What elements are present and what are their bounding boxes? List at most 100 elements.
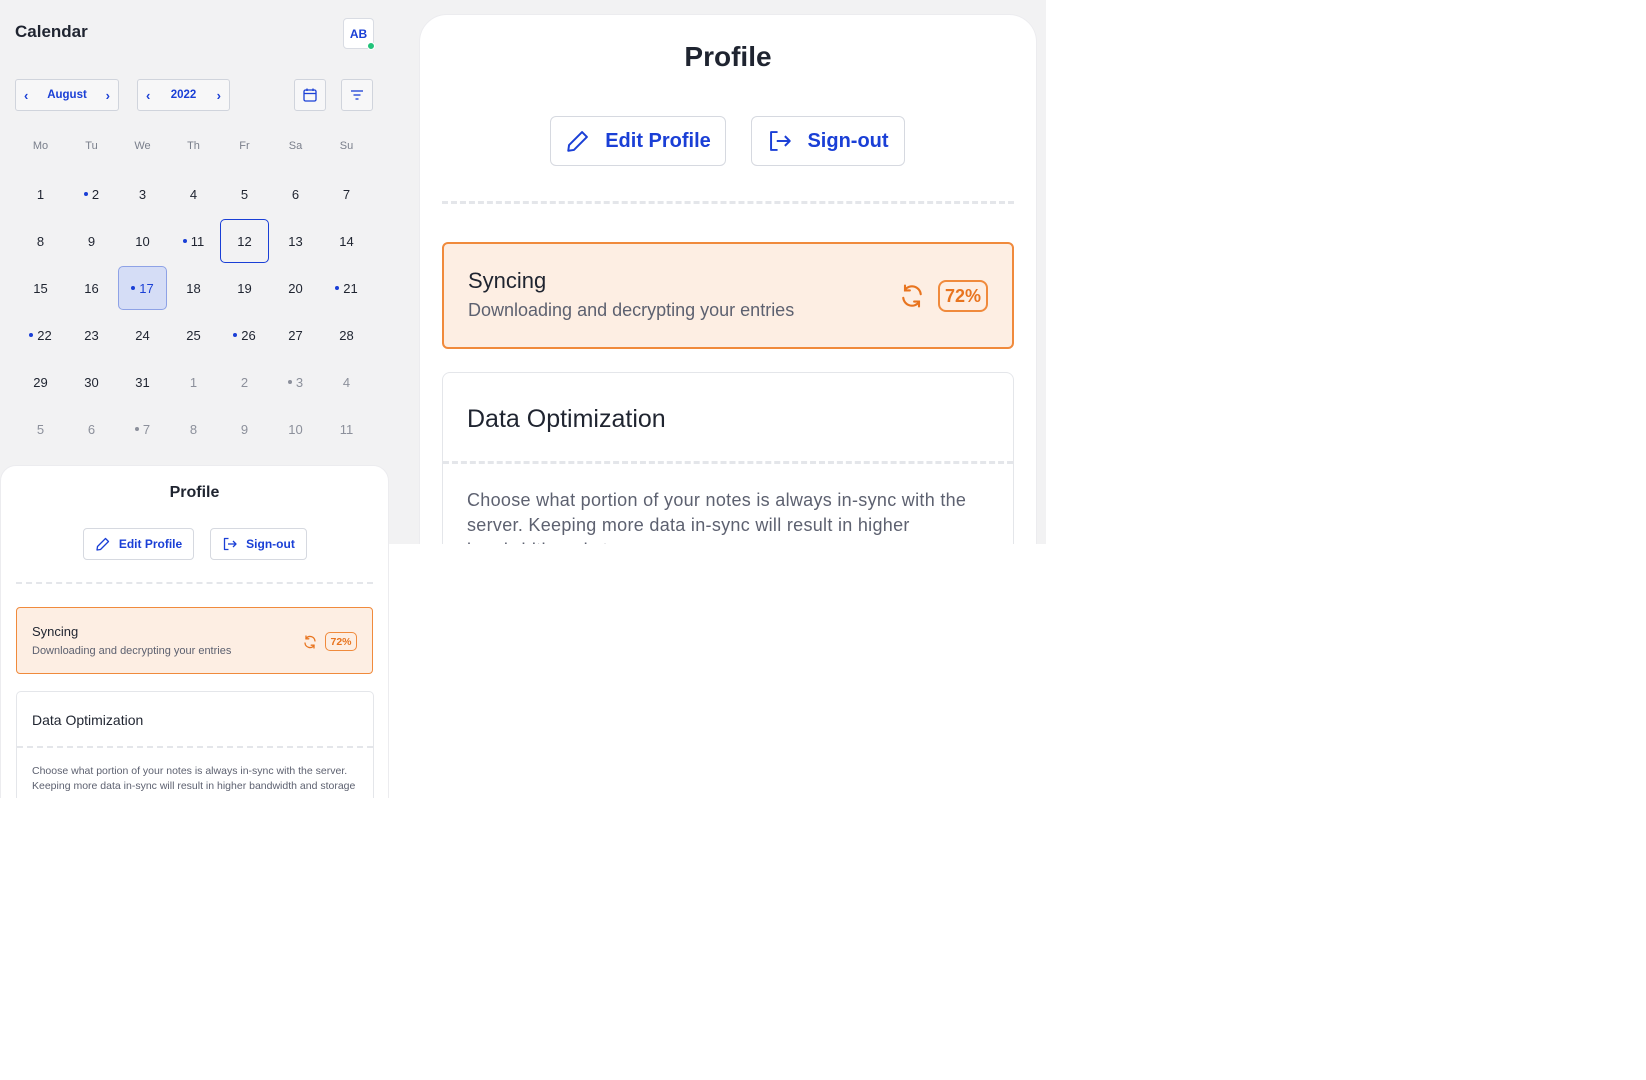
sync-title: Syncing (32, 624, 79, 639)
sign-out-button[interactable]: Sign-out (751, 116, 905, 166)
weekday-label: Tu (85, 140, 98, 152)
zoomed-profile-view: Profile Edit Profile Sign-out Syncing Do… (389, 0, 1046, 544)
calendar-day[interactable]: 2 (66, 172, 117, 216)
calendar-day[interactable]: 6 (270, 172, 321, 216)
calendar-day-number: 25 (186, 327, 201, 343)
calendar-day[interactable]: 9 (219, 407, 270, 451)
data-optimization-card: Data Optimization Choose what portion of… (442, 372, 1014, 544)
calendar-day-number: 10 (135, 233, 150, 249)
calendar-day-number: 1 (36, 186, 45, 202)
calendar-day[interactable]: 5 (15, 407, 66, 451)
prev-month-chevron-icon[interactable]: ‹ (24, 88, 28, 103)
calendar-day-number: 13 (288, 233, 303, 249)
sign-out-label: Sign-out (807, 129, 889, 152)
calendar-day[interactable]: 3 (117, 172, 168, 216)
calendar-day[interactable]: 1 (15, 172, 66, 216)
avatar[interactable]: AB (343, 18, 375, 50)
profile-title: Profile (684, 41, 772, 72)
calendar-day[interactable]: 18 (168, 266, 219, 310)
month-stepper: ‹ August › (15, 79, 119, 111)
calendar-day[interactable]: 7 (117, 407, 168, 451)
sync-status-card: Syncing Downloading and decrypting your … (442, 242, 1014, 349)
calendar-day[interactable]: 3 (270, 360, 321, 404)
calendar-day[interactable]: 30 (66, 360, 117, 404)
calendar-day-number: 14 (339, 233, 354, 249)
sync-percent-badge: 72% (325, 632, 357, 651)
prev-year-chevron-icon[interactable]: ‹ (146, 88, 150, 103)
calendar-day[interactable]: 4 (168, 172, 219, 216)
calendar-day[interactable]: 11 (168, 219, 219, 263)
calendar-day[interactable]: 25 (168, 313, 219, 357)
calendar-day[interactable]: 11 (321, 407, 372, 451)
calendar-day[interactable]: 13 (270, 219, 321, 263)
calendar-day[interactable]: 20 (270, 266, 321, 310)
calendar-day-number: 8 (36, 233, 45, 249)
calendar-day-number: 26 (241, 327, 256, 343)
calendar-day[interactable]: 8 (168, 407, 219, 451)
calendar-day[interactable]: 21 (321, 266, 372, 310)
sign-out-icon (224, 537, 237, 551)
sign-out-button[interactable]: Sign-out (210, 528, 307, 560)
calendar-day-today[interactable]: 12 (220, 219, 269, 263)
event-dot-icon (83, 192, 88, 196)
calendar-day[interactable]: 5 (219, 172, 270, 216)
data-optimization-title: Data Optimization (467, 405, 666, 433)
event-dot-icon (335, 286, 340, 290)
calendar-day[interactable]: 16 (66, 266, 117, 310)
weekday-label: Sa (288, 140, 303, 152)
weekday-label: Su (339, 140, 354, 152)
calendar-day-number: 11 (339, 421, 354, 437)
sync-title: Syncing (468, 268, 547, 293)
calendar-day[interactable]: 2 (219, 360, 270, 404)
calendar-day[interactable]: 10 (117, 219, 168, 263)
calendar-day[interactable]: 27 (270, 313, 321, 357)
calendar-day[interactable]: 4 (321, 360, 372, 404)
event-dot-icon (287, 380, 292, 384)
calendar-day[interactable]: 15 (15, 266, 66, 310)
calendar-day[interactable]: 8 (15, 219, 66, 263)
calendar-day[interactable]: 26 (219, 313, 270, 357)
calendar-day[interactable]: 29 (15, 360, 66, 404)
edit-profile-button[interactable]: Edit Profile (550, 116, 726, 166)
calendar-day[interactable]: 1 (168, 360, 219, 404)
data-optimization-card: Data Optimization Choose what portion of… (16, 691, 374, 798)
calendar-day[interactable]: 7 (321, 172, 372, 216)
edit-profile-label: Edit Profile (118, 537, 183, 551)
edit-profile-button[interactable]: Edit Profile (83, 528, 194, 560)
edit-profile-label: Edit Profile (605, 129, 711, 152)
calendar-day[interactable]: 19 (219, 266, 270, 310)
calendar-day[interactable]: 22 (15, 313, 66, 357)
data-optimization-description: Choose what portion of your notes is alw… (32, 765, 356, 798)
calendar-day-selected[interactable]: 17 (118, 266, 167, 310)
phone-screen: Calendar AB ‹ August › ‹ 2022 › Mo Tu We… (0, 0, 389, 798)
calendar-day-number: 16 (84, 280, 99, 296)
calendar-day-number: 18 (186, 280, 201, 296)
calendar-day[interactable]: 23 (66, 313, 117, 357)
calendar-week-row: 8 9 10 11 12 13 14 (15, 219, 372, 266)
calendar-day[interactable]: 6 (66, 407, 117, 451)
calendar-week-row: 1 2 3 4 5 6 7 (15, 172, 372, 219)
calendar-view-button[interactable] (294, 79, 326, 111)
profile-panel-zoomed: Profile Edit Profile Sign-out Syncing Do… (419, 14, 1037, 544)
calendar-day-number: 11 (190, 233, 205, 249)
calendar-day-number: 24 (135, 327, 150, 343)
calendar-day[interactable]: 31 (117, 360, 168, 404)
calendar-day-number: 4 (342, 374, 351, 390)
calendar-icon (303, 88, 317, 102)
filter-button[interactable] (341, 79, 373, 111)
calendar-day-number: 5 (240, 186, 249, 202)
calendar-day-number: 31 (135, 374, 150, 390)
sync-subtitle: Downloading and decrypting your entries (468, 300, 795, 320)
calendar-day[interactable]: 14 (321, 219, 372, 263)
calendar-day[interactable]: 28 (321, 313, 372, 357)
calendar-day-number: 15 (33, 280, 48, 296)
next-month-chevron-icon[interactable]: › (106, 88, 110, 103)
calendar-day[interactable]: 10 (270, 407, 321, 451)
next-year-chevron-icon[interactable]: › (217, 88, 221, 103)
sync-progress: 72% (898, 280, 988, 312)
calendar-day[interactable]: 24 (117, 313, 168, 357)
calendar-day[interactable]: 9 (66, 219, 117, 263)
year-label: 2022 (170, 89, 197, 101)
calendar-controls: ‹ August › ‹ 2022 › (15, 79, 374, 111)
calendar-header: Calendar AB (15, 18, 375, 52)
